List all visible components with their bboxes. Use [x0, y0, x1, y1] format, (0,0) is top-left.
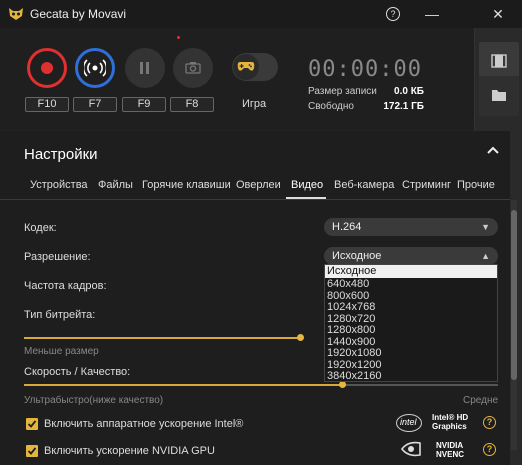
tab-video[interactable]: Видео — [291, 179, 323, 191]
game-mode-label: Игра — [242, 98, 267, 110]
dropdown-item[interactable]: 3840x2160 — [327, 371, 381, 382]
record-size-value: 0.0 КБ — [394, 86, 424, 97]
pause-icon — [140, 62, 143, 74]
game-mode-toggle[interactable] — [232, 53, 278, 81]
tab-files[interactable]: Файлы — [98, 179, 133, 191]
chevron-down-icon: ▼ — [481, 222, 490, 232]
stream-button[interactable] — [75, 48, 115, 88]
fps-label: Частота кадров: — [24, 280, 107, 292]
bitrate-slider-track[interactable] — [24, 337, 300, 339]
nvidia-nvenc-label: NVIDIA NVENC — [436, 441, 465, 459]
active-tab-indicator — [286, 197, 326, 199]
folder-button[interactable] — [479, 76, 519, 116]
tab-devices[interactable]: Устройства — [30, 179, 88, 191]
gamepad-icon — [237, 62, 255, 71]
dropdown-item[interactable]: 1280x800 — [327, 325, 375, 336]
dropdown-item[interactable]: 1920x1200 — [327, 359, 381, 371]
tab-other[interactable]: Прочие — [457, 179, 495, 191]
nvidia-help-icon[interactable]: ? — [483, 443, 496, 456]
camera-icon — [185, 62, 201, 74]
codec-value: H.264 — [332, 221, 362, 233]
dropdown-item[interactable]: 1920x1080 — [327, 348, 381, 359]
record-dot-icon — [41, 62, 53, 74]
hotkey-stream: F7 — [73, 97, 117, 112]
gecata-logo-icon — [9, 8, 23, 20]
nvidia-logo-icon — [400, 441, 421, 457]
intel-logo-icon: intel — [396, 414, 422, 432]
close-button[interactable]: ✕ — [486, 4, 510, 24]
dropdown-item[interactable]: 640x480 — [327, 279, 369, 290]
record-button[interactable] — [27, 48, 67, 88]
settings-title: Настройки — [24, 146, 98, 163]
resolution-dropdown: Исходное 640x480 800x600 1024x768 1280x7… — [324, 264, 498, 382]
nvidia-acceleration-checkbox[interactable] — [26, 445, 38, 457]
app-title: Gecata by Movavi — [30, 7, 127, 21]
speed-mid-caption: Средне — [463, 395, 499, 406]
settings-scrollbar-thumb[interactable] — [511, 210, 517, 380]
chevron-up-icon[interactable] — [486, 145, 500, 155]
speed-quality-label: Скорость / Качество: — [24, 366, 131, 378]
broadcast-icon — [84, 59, 106, 77]
codec-label: Кодек: — [24, 222, 57, 234]
intel-acceleration-label: Включить аппаратное ускорение Intel® — [44, 418, 244, 430]
bitrate-slider-thumb[interactable] — [297, 334, 304, 341]
recording-indicator — [177, 36, 180, 39]
hotkey-screenshot: F8 — [170, 97, 214, 112]
dropdown-item[interactable]: 1440x900 — [327, 336, 375, 348]
minimize-button[interactable]: — — [420, 4, 444, 24]
hotkey-record: F10 — [25, 97, 69, 112]
speed-slider-fill — [24, 384, 342, 386]
resolution-value: Исходное — [332, 250, 382, 262]
dropdown-item[interactable]: 1024x768 — [327, 302, 375, 313]
free-space-label: Свободно — [308, 101, 354, 112]
recording-timer: 00:00:00 — [308, 57, 422, 82]
speed-slider-thumb[interactable] — [339, 381, 346, 388]
bitrate-min-caption: Меньше размер — [24, 346, 99, 357]
chevron-up-icon: ▲ — [481, 251, 490, 261]
folder-icon — [492, 90, 506, 101]
pause-button[interactable] — [125, 48, 165, 88]
dropdown-item[interactable]: 800x600 — [327, 290, 369, 302]
resolution-label: Разрешение: — [24, 251, 91, 263]
tab-webcam[interactable]: Веб-камера — [334, 179, 394, 191]
resolution-select[interactable]: Исходное ▲ — [324, 247, 498, 265]
hotkey-pause: F9 — [122, 97, 166, 112]
dropdown-item[interactable]: Исходное — [327, 266, 376, 277]
tab-divider — [0, 199, 510, 200]
tab-overlays[interactable]: Оверлеи — [236, 179, 281, 191]
intel-help-icon[interactable]: ? — [483, 416, 496, 429]
check-icon — [27, 447, 37, 455]
check-icon — [27, 420, 37, 428]
help-icon[interactable]: ? — [386, 7, 400, 21]
nvidia-acceleration-label: Включить ускорение NVIDIA GPU — [44, 445, 215, 457]
title-bar: Gecata by Movavi ? — ✕ — [0, 0, 522, 28]
free-space-value: 172.1 ГБ — [383, 101, 424, 112]
intel-hd-graphics-label: Intel® HD Graphics — [432, 413, 469, 431]
screenshot-button[interactable] — [173, 48, 213, 88]
speed-min-caption: Ультрабыстро(ниже качество) — [24, 395, 164, 406]
tab-hotkeys[interactable]: Горячие клавиши — [142, 179, 231, 191]
tab-streaming[interactable]: Стриминг — [402, 179, 451, 191]
bitrate-label: Тип битрейта: — [24, 309, 96, 321]
codec-select[interactable]: H.264 ▼ — [324, 218, 498, 236]
intel-acceleration-checkbox[interactable] — [26, 418, 38, 430]
dropdown-item[interactable]: 1280x720 — [327, 313, 375, 325]
film-icon — [491, 54, 507, 68]
